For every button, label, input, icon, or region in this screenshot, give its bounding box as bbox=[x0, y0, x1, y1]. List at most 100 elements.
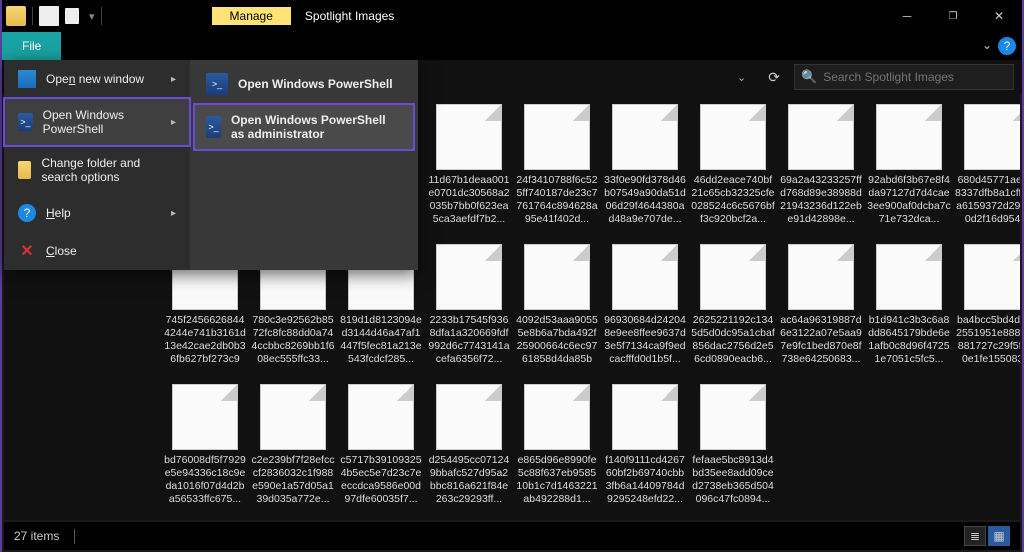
file-icon bbox=[612, 244, 678, 310]
file-item[interactable]: e865d96e8990fe5c88f637eb958510b1c7d14632… bbox=[514, 380, 600, 520]
file-name: f140f9111cd426760bf2b69740cbb3fb6a144097… bbox=[603, 454, 687, 506]
file-submenu-item[interactable]: >_Open Windows PowerShell as administrat… bbox=[194, 104, 414, 150]
maximize-button[interactable]: ❐ bbox=[930, 0, 976, 32]
file-name: b1d941c3b3c6a8dd8645179bde6e1afb0c8d96f4… bbox=[867, 314, 951, 366]
file-name: 92abd6f3b67e8f4da97127d7d4cae3ee900af0dc… bbox=[867, 174, 951, 226]
file-icon bbox=[524, 384, 590, 450]
file-item[interactable]: 4092d53aaa90555e8b6a7bda492f25900664c6ec… bbox=[514, 240, 600, 380]
file-icon bbox=[524, 104, 590, 170]
file-name: ac64a96319887d6e3122a07e5aa97e9fc1bed870… bbox=[779, 314, 863, 366]
title-bar-left: ▾ bbox=[2, 6, 102, 26]
file-name: 33f0e90fd378d46b07549a90da51d06d29f46443… bbox=[603, 174, 687, 226]
powershell-icon: >_ bbox=[206, 73, 228, 95]
file-icon bbox=[612, 384, 678, 450]
file-item[interactable]: f140f9111cd426760bf2b69740cbb3fb6a144097… bbox=[602, 380, 688, 520]
file-icon bbox=[172, 384, 238, 450]
file-item[interactable]: 2233b17545f9368dfa1a320669fdf992d6c77431… bbox=[426, 240, 512, 380]
tab-spotlight-images: Spotlight Images bbox=[291, 7, 408, 25]
file-icon bbox=[788, 104, 854, 170]
file-icon bbox=[436, 244, 502, 310]
help-icon: ? bbox=[18, 204, 36, 222]
file-icon bbox=[700, 384, 766, 450]
file-menu-item[interactable]: >_Open Windows PowerShell▸ bbox=[4, 98, 190, 146]
file-name: 69a2a43233257ffd768d89e38988d21943236d12… bbox=[779, 174, 863, 226]
file-menu-item[interactable]: ✕Close bbox=[4, 232, 190, 270]
file-item[interactable]: c2e239bf7f28efcccf2836032c1f988e590e1a57… bbox=[250, 380, 336, 520]
file-name: d254495cc071249bbafc527d95a2bbc816a621f8… bbox=[427, 454, 511, 506]
file-icon bbox=[964, 104, 1020, 170]
status-bar: 27 items │ ≣ ▦ bbox=[4, 522, 1020, 550]
details-view-button[interactable]: ≣ bbox=[964, 526, 986, 546]
file-name: c2e239bf7f28efcccf2836032c1f988e590e1a57… bbox=[251, 454, 335, 506]
file-menu-item[interactable]: ?Help▸ bbox=[4, 194, 190, 232]
title-bar: ▾ Manage Spotlight Images ─ ❐ ✕ bbox=[2, 0, 1022, 32]
file-icon bbox=[964, 244, 1020, 310]
file-icon bbox=[260, 384, 326, 450]
file-item[interactable]: 680d45771aefae8337dfb8a1cff07ba6159372d2… bbox=[954, 100, 1020, 240]
file-item[interactable]: 24f3410788f6c525ff740187de23c7761764c894… bbox=[514, 100, 600, 240]
menu-item-label: Change folder and search options bbox=[41, 156, 176, 184]
file-menu-item[interactable]: Open new window▸ bbox=[4, 60, 190, 98]
ribbon: File ⌄ ? bbox=[2, 32, 1022, 60]
ribbon-collapse-icon[interactable]: ⌄ bbox=[982, 38, 992, 52]
close-button[interactable]: ✕ bbox=[976, 0, 1022, 32]
folder-icon bbox=[6, 6, 26, 26]
file-name: 46dd2eace740bf21c65cb32325cfe028524c6c56… bbox=[691, 174, 775, 226]
file-item[interactable]: 46dd2eace740bf21c65cb32325cfe028524c6c56… bbox=[690, 100, 776, 240]
menu-item-label: Close bbox=[46, 244, 77, 258]
file-icon bbox=[700, 104, 766, 170]
submenu-item-label: Open Windows PowerShell as administrator bbox=[231, 113, 402, 141]
file-item[interactable]: fefaae5bc8913d4bd35ee8add09ced2738eb365d… bbox=[690, 380, 776, 520]
address-dropdown-icon[interactable]: ⌄ bbox=[729, 67, 754, 88]
file-icon bbox=[436, 384, 502, 450]
file-icon bbox=[876, 104, 942, 170]
file-item[interactable]: ac64a96319887d6e3122a07e5aa97e9fc1bed870… bbox=[778, 240, 864, 380]
file-name: 819d1d8123094ed3144d46a47af1447f5fec81a2… bbox=[339, 314, 423, 366]
submenu-item-label: Open Windows PowerShell bbox=[238, 77, 393, 91]
file-item[interactable]: ba4bcc5bd4db2c2551951e888253881727c29f5f… bbox=[954, 240, 1020, 380]
status-separator: │ bbox=[71, 529, 79, 543]
file-name: 2625221192c1345d5d0dc95a1cbaf856dac2756d… bbox=[691, 314, 775, 366]
separator bbox=[101, 7, 102, 25]
file-tab[interactable]: File bbox=[2, 32, 61, 60]
file-icon bbox=[436, 104, 502, 170]
item-count: 27 items bbox=[14, 529, 59, 543]
file-name: 745f24566268444244e741b3161d13e42cae2db0… bbox=[163, 314, 247, 366]
tab-manage[interactable]: Manage bbox=[212, 7, 291, 25]
file-name: 680d45771aefae8337dfb8a1cff07ba6159372d2… bbox=[955, 174, 1020, 226]
ps-icon: >_ bbox=[18, 113, 33, 131]
file-name: e865d96e8990fe5c88f637eb958510b1c7d14632… bbox=[515, 454, 599, 506]
file-submenu-item[interactable]: >_ Open Windows PowerShell bbox=[194, 64, 414, 104]
file-item[interactable]: 69a2a43233257ffd768d89e38988d21943236d12… bbox=[778, 100, 864, 240]
file-menu-item[interactable]: Change folder and search options bbox=[4, 146, 190, 194]
file-icon bbox=[524, 244, 590, 310]
refresh-icon[interactable]: ⟳ bbox=[762, 66, 786, 89]
file-item[interactable]: c5717b391093254b5ec5e7d23c7eeccdca9586e0… bbox=[338, 380, 424, 520]
search-box[interactable]: 🔍 bbox=[794, 64, 1014, 90]
help-icon[interactable]: ? bbox=[998, 37, 1016, 55]
file-item[interactable]: 92abd6f3b67e8f4da97127d7d4cae3ee900af0dc… bbox=[866, 100, 952, 240]
file-item[interactable]: 96930684d242048e9ee8ffee9637d3e5f7134ca9… bbox=[602, 240, 688, 380]
file-item[interactable]: d254495cc071249bbafc527d95a2bbc816a621f8… bbox=[426, 380, 512, 520]
file-item[interactable]: 33f0e90fd378d46b07549a90da51d06d29f46443… bbox=[602, 100, 688, 240]
file-item[interactable]: 11d67b1deaa001e0701dc30568a2035b7bb0f623… bbox=[426, 100, 512, 240]
file-icon bbox=[348, 384, 414, 450]
chevron-right-icon: ▸ bbox=[171, 74, 176, 85]
win-icon bbox=[18, 70, 36, 88]
folder-icon bbox=[18, 161, 31, 179]
file-name: 780c3e92562b8572fc8fc88dd0a744ccbbc8269b… bbox=[251, 314, 335, 366]
search-icon: 🔍 bbox=[801, 69, 817, 85]
file-item[interactable]: bd76008df5f7929e5e94336c18c9eda1016f07d4… bbox=[162, 380, 248, 520]
search-input[interactable] bbox=[823, 70, 1007, 84]
file-menu-column-1: Open new window▸>_Open Windows PowerShel… bbox=[4, 60, 190, 270]
minimize-button[interactable]: ─ bbox=[884, 0, 930, 32]
document-icon bbox=[39, 6, 59, 26]
file-item[interactable]: 2625221192c1345d5d0dc95a1cbaf856dac2756d… bbox=[690, 240, 776, 380]
file-item[interactable]: b1d941c3b3c6a8dd8645179bde6e1afb0c8d96f4… bbox=[866, 240, 952, 380]
icons-view-button[interactable]: ▦ bbox=[988, 526, 1010, 546]
qat-overflow[interactable]: ▾ bbox=[85, 10, 95, 23]
file-icon bbox=[876, 244, 942, 310]
file-name: 4092d53aaa90555e8b6a7bda492f25900664c6ec… bbox=[515, 314, 599, 366]
menu-item-label: Help bbox=[46, 206, 71, 220]
file-menu-column-2: >_ Open Windows PowerShell >_Open Windows … bbox=[190, 60, 418, 270]
